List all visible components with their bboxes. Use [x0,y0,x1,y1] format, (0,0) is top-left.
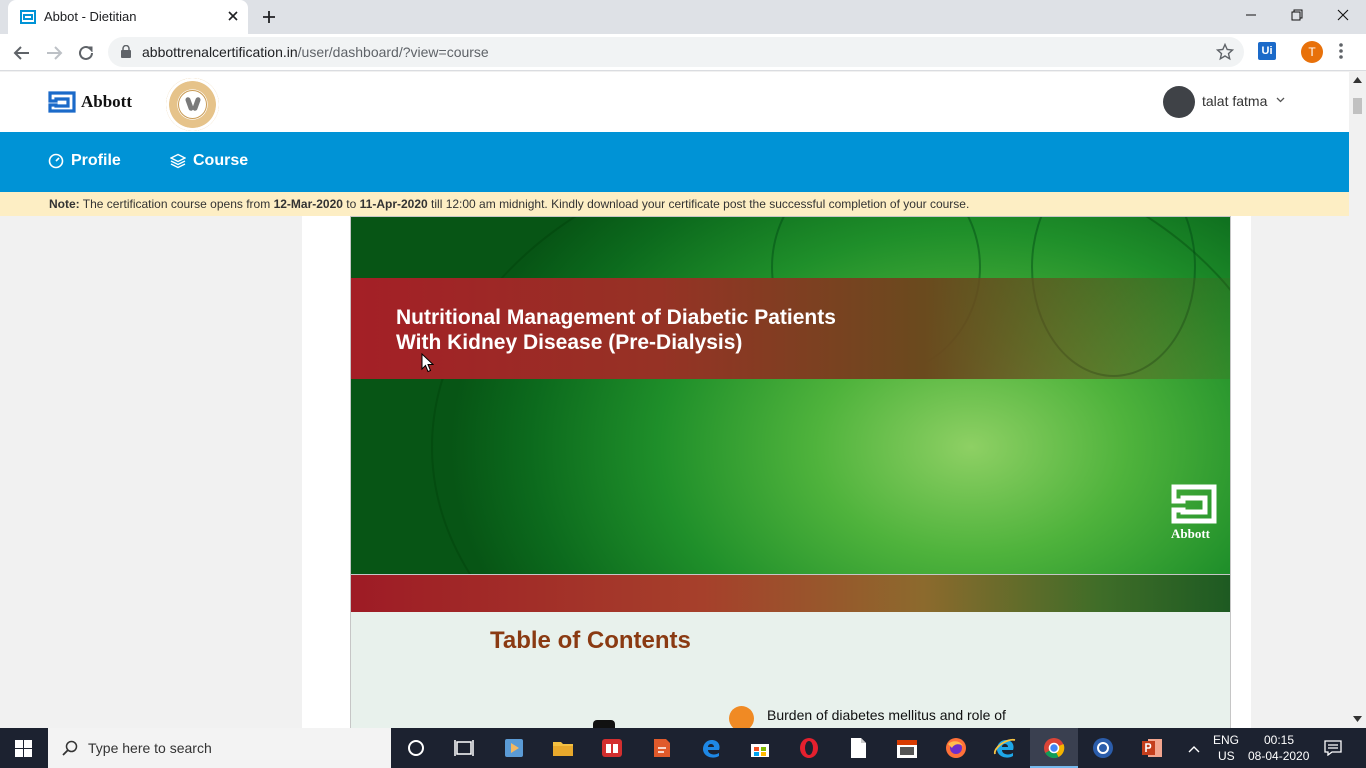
course-slide-title: Nutritional Management of Diabetic Patie… [350,216,1231,622]
dashboard-gauge-icon [48,153,64,169]
chrome-icon [1044,738,1065,759]
url-path: /user/dashboard/?view=course [297,44,489,60]
abbott-logo-icon [1171,484,1217,524]
abbott-logo-icon[interactable] [48,91,76,113]
bookmark-star-icon[interactable] [1216,43,1234,61]
note-text-part: The certification course opens from [82,197,271,211]
task-view-icon[interactable] [452,736,476,760]
course-slide-toc: Table of Contents Burden of diabetes mel… [350,574,1231,728]
address-bar[interactable]: abbottrenalcertification.in/user/dashboa… [108,37,1244,67]
restore-icon [1291,9,1303,21]
file-explorer-icon[interactable] [551,736,575,760]
firefox-icon[interactable] [944,736,968,760]
certification-seal-logo [166,78,219,131]
screen-capture-app-icon[interactable] [1091,736,1115,760]
windows-logo-icon [15,740,32,757]
abbott-favicon-icon [20,10,36,24]
scroll-up-icon[interactable] [1353,77,1362,83]
lightbulb-icon [729,706,754,728]
tray-region[interactable]: US [1218,749,1235,763]
note-text: Note: The certification course opens fro… [49,197,969,211]
ui-extension-icon[interactable]: Ui [1258,42,1276,60]
search-placeholder: Type here to search [88,740,212,756]
url-domain: abbottrenalcertification.in [142,44,298,60]
slide-header-band [351,575,1230,612]
search-icon [62,740,78,756]
tray-date[interactable]: 08-04-2020 [1248,749,1309,763]
nav-profile-label: Profile [71,152,121,169]
new-tab-icon[interactable] [259,7,279,27]
toc-item: Burden of diabetes mellitus and role of [767,707,1006,723]
minimize-icon [1246,14,1256,16]
page-scrollbar[interactable] [1349,72,1366,728]
start-button[interactable] [0,728,48,768]
main-nav: Profile Course [0,132,1349,192]
notification-center-icon[interactable] [1324,740,1342,756]
note-close-date: 11-Apr-2020 [359,197,428,211]
lock-icon [121,45,131,58]
powerpoint-icon[interactable] [1140,736,1164,760]
reader-app-icon[interactable] [600,736,624,760]
user-avatar[interactable] [1163,86,1195,118]
windows-taskbar: Type here to search ENG US 00:15 08-04-2… [0,728,1366,768]
restore-button[interactable] [1274,0,1320,30]
taskbar-search[interactable]: Type here to search [48,728,391,768]
slide-title: Nutritional Management of Diabetic Patie… [396,305,836,355]
nav-course[interactable]: Course [170,151,250,173]
forward-arrow-icon[interactable] [43,42,65,64]
calendar-app-icon[interactable] [895,736,919,760]
browser-toolbar: abbottrenalcertification.in/user/dashboa… [0,34,1366,71]
browser-menu-icon[interactable] [1338,42,1344,60]
toc-heading: Table of Contents [490,627,691,654]
close-tab-icon[interactable] [224,7,242,25]
tray-language[interactable]: ENG [1213,733,1239,747]
chrome-taskbar-button[interactable] [1030,728,1078,768]
note-text-part: till 12:00 am midnight. Kindly download … [431,197,970,211]
url-text: abbottrenalcertification.in/user/dashboa… [142,44,489,60]
opera-browser-icon[interactable] [797,736,821,760]
note-open-date: 12-Mar-2020 [273,197,343,211]
notes-app-icon[interactable] [650,736,674,760]
note-banner: Note: The certification course opens fro… [0,192,1349,216]
slide-decor-shape [593,720,615,728]
slide-title-line1: Nutritional Management of Diabetic Patie… [396,306,836,329]
scroll-down-icon[interactable] [1353,716,1362,722]
abbott-brand-text: Abbott [81,92,133,111]
close-window-button[interactable] [1320,0,1366,30]
layers-icon [170,153,186,169]
store-icon[interactable] [748,736,772,760]
slide-title-line2: With Kidney Disease (Pre-Dialysis) [396,331,743,354]
slide-logo-text: Abbott [1171,526,1211,541]
web-page: Abbott talat fatma Profile Course Note: … [0,72,1349,728]
browser-profile-avatar[interactable]: T [1301,41,1323,63]
note-text-part: to [346,197,357,211]
user-name[interactable]: talat fatma [1202,93,1267,109]
media-player-icon[interactable] [502,736,526,760]
note-label: Note: [49,197,80,211]
tray-time[interactable]: 00:15 [1264,733,1294,747]
nav-course-label: Course [193,152,249,169]
edge-browser-icon[interactable] [699,736,723,760]
cortana-icon[interactable] [404,736,428,760]
internet-explorer-icon[interactable] [993,736,1017,760]
scroll-thumb[interactable] [1353,98,1362,114]
document-file-icon[interactable] [846,736,870,760]
reload-icon[interactable] [75,42,97,64]
mouse-cursor-icon [421,353,434,373]
tray-expand-chevron-icon[interactable] [1188,745,1200,753]
tab-title: Abbot - Dietitian [44,9,137,24]
back-arrow-icon[interactable] [11,42,33,64]
chevron-down-icon[interactable] [1276,97,1285,103]
minimize-button[interactable] [1228,0,1274,30]
close-icon [1337,9,1349,21]
site-header: Abbott talat fatma [0,72,1349,132]
nav-profile[interactable]: Profile [48,151,128,173]
browser-tab[interactable]: Abbot - Dietitian [8,0,248,34]
browser-titlebar: Abbot - Dietitian [0,0,1366,34]
